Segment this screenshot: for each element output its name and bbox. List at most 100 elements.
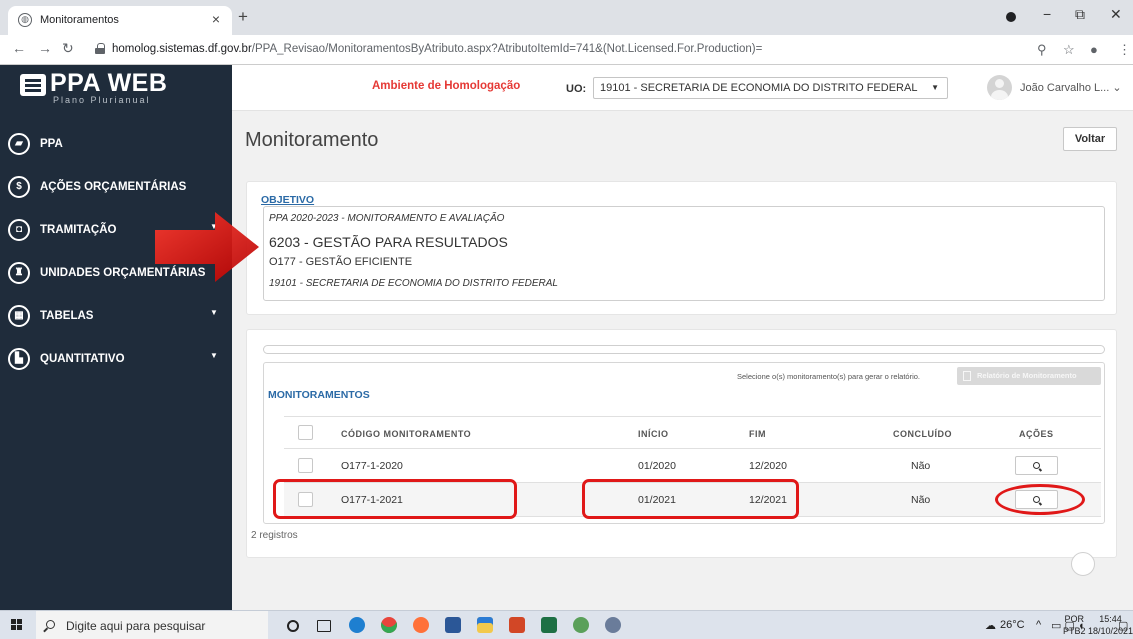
weather-temp[interactable]: 26°C: [1000, 619, 1025, 631]
firefox-icon[interactable]: [413, 617, 429, 633]
lock-icon: [95, 43, 105, 54]
edge-icon[interactable]: [349, 617, 365, 633]
highlight-row-code: [273, 479, 517, 519]
forward-icon[interactable]: →: [38, 40, 52, 56]
zoom-icon[interactable]: ⚲: [1037, 42, 1047, 58]
account-icon[interactable]: ●: [1090, 42, 1098, 57]
taskbar-search[interactable]: Digite aqui para pesquisar: [36, 611, 268, 639]
record-count: 2 registros: [251, 530, 298, 541]
powerpoint-icon[interactable]: [509, 617, 525, 633]
file-explorer-icon[interactable]: [477, 617, 493, 633]
windows-start-icon[interactable]: [11, 619, 23, 631]
close-tab-icon[interactable]: ×: [212, 11, 220, 27]
lang-indicator[interactable]: POR PTB2: [1063, 613, 1086, 637]
back-icon[interactable]: ←: [12, 40, 26, 56]
word-icon[interactable]: [445, 617, 461, 633]
restore-icon[interactable]: ⧉: [1075, 6, 1085, 23]
page-title: Monitoramento: [245, 129, 379, 151]
col-start: INÍCIO: [638, 429, 669, 439]
globe-icon: ◍: [18, 13, 32, 27]
report-button-label: Relatório de Monitoramento: [977, 371, 1077, 380]
lang-code: POR: [1064, 614, 1085, 624]
environment-label: Ambiente de Homologação: [372, 80, 521, 92]
red-arrow-annotation: [155, 212, 259, 282]
select-all-checkbox[interactable]: [298, 425, 313, 440]
scroll-top-button[interactable]: [1071, 552, 1095, 576]
objective-label[interactable]: OBJETIVO: [261, 194, 314, 206]
objective-box: PPA 2020-2023 - MONITORAMENTO E AVALIAÇÃ…: [263, 206, 1105, 301]
uo-label: UO:: [566, 83, 587, 95]
row-done: Não: [911, 494, 931, 506]
lang-variant: PTB2: [1063, 626, 1086, 636]
objective-program: 6203 - GESTÃO PARA RESULTADOS: [269, 234, 508, 250]
close-window-icon[interactable]: ✕: [1110, 6, 1122, 23]
app-icon-2[interactable]: [605, 617, 621, 633]
new-tab-icon[interactable]: +: [238, 7, 248, 27]
table-row: O177-1-2020 01/2020 12/2020 Não: [284, 449, 1101, 483]
sidebar-item-label: PPA: [40, 138, 63, 150]
star-icon[interactable]: ☆: [1063, 42, 1075, 58]
minimize-icon[interactable]: −: [1043, 6, 1051, 22]
notification-icon[interactable]: ▢: [1118, 619, 1128, 632]
caret-down-icon: ▼: [210, 308, 218, 317]
app-topbar: Ambiente de Homologação UO: 19101 - SECR…: [232, 65, 1133, 111]
url-host: homolog.sistemas.df.gov.br: [112, 43, 252, 55]
dollar-icon: $: [8, 176, 30, 198]
cortana-icon[interactable]: [287, 620, 299, 632]
col-done: CONCLUÍDO: [893, 429, 952, 439]
uo-value: 19101 - SECRETARIA DE ECONOMIA DO DISTRI…: [600, 82, 918, 94]
progress-pill: [263, 345, 1105, 354]
sidebar-item-ppa[interactable]: ▰ PPA: [0, 125, 232, 168]
row-end: 12/2020: [749, 460, 787, 472]
reload-icon[interactable]: ↻: [62, 40, 74, 57]
document-icon: [963, 371, 971, 381]
view-button[interactable]: [1015, 456, 1058, 475]
weather-icon[interactable]: ☁: [985, 619, 996, 632]
highlight-view-button: [995, 484, 1085, 515]
caret-down-icon: ▼: [210, 351, 218, 360]
book-icon: ▰: [8, 133, 30, 155]
book-logo-icon: [20, 74, 46, 96]
chrome-icon[interactable]: [381, 617, 397, 633]
browser-tabbar: ◍ Monitoramentos × + − ⧉ ✕: [0, 0, 1133, 35]
objective-ppa: PPA 2020-2023 - MONITORAMENTO E AVALIAÇÃ…: [269, 213, 505, 224]
sidebar-item-label: TRAMITAÇÃO: [40, 224, 117, 236]
user-menu[interactable]: João Carvalho L... ⌄: [1020, 81, 1122, 94]
table-icon: ▦: [8, 305, 30, 327]
row-start: 01/2020: [638, 460, 676, 472]
sidebar-item-quantitativo[interactable]: ▙ QUANTITATIVO ▼: [0, 340, 232, 383]
highlight-row-dates: [582, 479, 799, 519]
chart-icon: ▙: [8, 348, 30, 370]
excel-icon[interactable]: [541, 617, 557, 633]
avatar[interactable]: [987, 75, 1012, 100]
logo-text: PPA WEB: [50, 69, 168, 97]
menu-kebab-icon[interactable]: ⋮: [1118, 42, 1131, 58]
row-code: O177-1-2020: [341, 460, 403, 472]
tray-chevron-icon[interactable]: ^: [1036, 619, 1041, 631]
col-end: FIM: [749, 429, 766, 439]
sidebar-item-tabelas[interactable]: ▦ TABELAS ▼: [0, 297, 232, 340]
objective-card: OBJETIVO PPA 2020-2023 - MONITORAMENTO E…: [246, 181, 1117, 315]
select-hint: Selecione o(s) monitoramento(s) para ger…: [737, 372, 920, 381]
row-checkbox[interactable]: [298, 458, 313, 473]
sidebar-item-acoes[interactable]: $ AÇÕES ORÇAMENTÁRIAS: [0, 168, 232, 211]
monitoring-card: Selecione o(s) monitoramento(s) para ger…: [246, 329, 1117, 558]
browser-tab[interactable]: ◍ Monitoramentos ×: [8, 6, 232, 35]
profile-dot-icon[interactable]: [1006, 12, 1016, 22]
app-logo[interactable]: PPA WEB Plano Plurianual: [20, 69, 190, 105]
back-button[interactable]: Voltar: [1063, 127, 1117, 151]
main-content: Monitoramento Voltar OBJETIVO PPA 2020-2…: [232, 111, 1133, 610]
task-view-icon[interactable]: [317, 620, 331, 632]
row-done: Não: [911, 460, 931, 472]
search-icon: [1033, 462, 1040, 469]
objective-name: O177 - GESTÃO EFICIENTE: [269, 256, 413, 268]
uo-select[interactable]: 19101 - SECRETARIA DE ECONOMIA DO DISTRI…: [593, 77, 948, 99]
report-button[interactable]: Relatório de Monitoramento: [957, 367, 1101, 385]
inbox-icon: ◘: [8, 219, 30, 241]
caret-down-icon: ▼: [931, 83, 939, 92]
app-icon[interactable]: [573, 617, 589, 633]
address-bar: ← → ↻ homolog.sistemas.df.gov.br/PPA_Rev…: [0, 35, 1133, 65]
institution-icon: ♜: [8, 262, 30, 284]
taskbar: Digite aqui para pesquisar ☁ 26°C ^ ▭ ▢ …: [0, 610, 1133, 639]
url-field[interactable]: homolog.sistemas.df.gov.br/PPA_Revisao/M…: [112, 43, 762, 55]
